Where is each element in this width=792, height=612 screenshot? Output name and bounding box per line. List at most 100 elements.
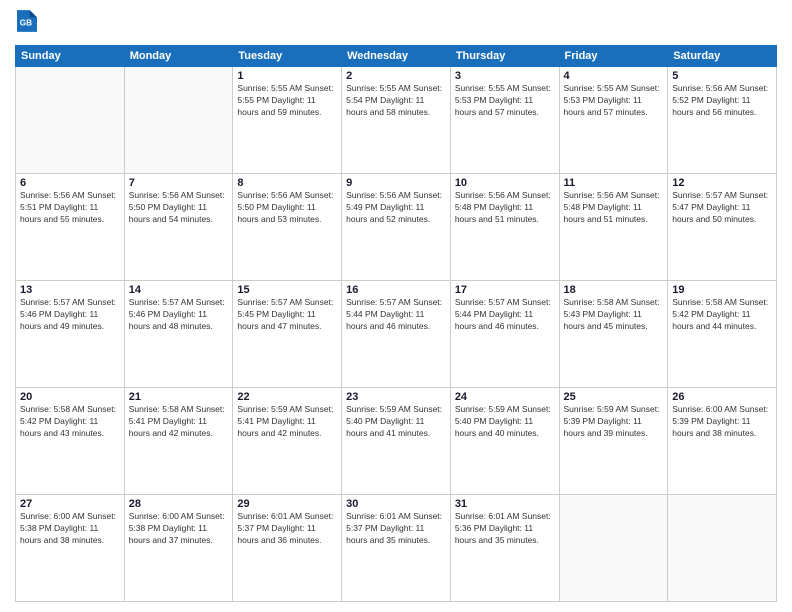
calendar-cell [16, 67, 125, 174]
day-number: 28 [129, 498, 229, 510]
day-header-monday: Monday [124, 46, 233, 67]
calendar-cell: 24Sunrise: 5:59 AM Sunset: 5:40 PM Dayli… [450, 388, 559, 495]
day-detail: Sunrise: 5:58 AM Sunset: 5:42 PM Dayligh… [672, 297, 772, 333]
day-header-thursday: Thursday [450, 46, 559, 67]
day-number: 21 [129, 391, 229, 403]
day-detail: Sunrise: 5:59 AM Sunset: 5:40 PM Dayligh… [346, 404, 446, 440]
day-number: 29 [237, 498, 337, 510]
day-number: 30 [346, 498, 446, 510]
header: GB [15, 10, 777, 37]
calendar-page: GB SundayMondayTuesdayWednesdayThursdayF… [0, 0, 792, 612]
day-number: 14 [129, 284, 229, 296]
day-header-saturday: Saturday [668, 46, 777, 67]
day-detail: Sunrise: 5:59 AM Sunset: 5:39 PM Dayligh… [564, 404, 664, 440]
day-detail: Sunrise: 5:56 AM Sunset: 5:49 PM Dayligh… [346, 190, 446, 226]
day-detail: Sunrise: 5:56 AM Sunset: 5:48 PM Dayligh… [455, 190, 555, 226]
day-number: 7 [129, 177, 229, 189]
calendar-cell [124, 67, 233, 174]
calendar-cell: 20Sunrise: 5:58 AM Sunset: 5:42 PM Dayli… [16, 388, 125, 495]
calendar-cell: 22Sunrise: 5:59 AM Sunset: 5:41 PM Dayli… [233, 388, 342, 495]
day-number: 31 [455, 498, 555, 510]
day-detail: Sunrise: 5:57 AM Sunset: 5:44 PM Dayligh… [346, 297, 446, 333]
day-number: 25 [564, 391, 664, 403]
calendar-cell: 31Sunrise: 6:01 AM Sunset: 5:36 PM Dayli… [450, 495, 559, 602]
day-detail: Sunrise: 5:59 AM Sunset: 5:40 PM Dayligh… [455, 404, 555, 440]
day-detail: Sunrise: 5:58 AM Sunset: 5:41 PM Dayligh… [129, 404, 229, 440]
calendar-cell: 7Sunrise: 5:56 AM Sunset: 5:50 PM Daylig… [124, 174, 233, 281]
day-header-wednesday: Wednesday [342, 46, 451, 67]
calendar-cell: 27Sunrise: 6:00 AM Sunset: 5:38 PM Dayli… [16, 495, 125, 602]
calendar-cell: 2Sunrise: 5:55 AM Sunset: 5:54 PM Daylig… [342, 67, 451, 174]
day-header-friday: Friday [559, 46, 668, 67]
day-detail: Sunrise: 5:58 AM Sunset: 5:43 PM Dayligh… [564, 297, 664, 333]
day-number: 23 [346, 391, 446, 403]
day-number: 22 [237, 391, 337, 403]
day-detail: Sunrise: 5:55 AM Sunset: 5:53 PM Dayligh… [455, 83, 555, 119]
day-number: 8 [237, 177, 337, 189]
day-number: 1 [237, 70, 337, 82]
day-detail: Sunrise: 6:00 AM Sunset: 5:38 PM Dayligh… [20, 511, 120, 547]
calendar-cell: 15Sunrise: 5:57 AM Sunset: 5:45 PM Dayli… [233, 281, 342, 388]
day-number: 27 [20, 498, 120, 510]
day-detail: Sunrise: 5:57 AM Sunset: 5:46 PM Dayligh… [129, 297, 229, 333]
calendar-cell: 5Sunrise: 5:56 AM Sunset: 5:52 PM Daylig… [668, 67, 777, 174]
day-number: 6 [20, 177, 120, 189]
day-number: 9 [346, 177, 446, 189]
day-header-tuesday: Tuesday [233, 46, 342, 67]
week-row-1: 1Sunrise: 5:55 AM Sunset: 5:55 PM Daylig… [16, 67, 777, 174]
calendar-cell [559, 495, 668, 602]
calendar-cell: 14Sunrise: 5:57 AM Sunset: 5:46 PM Dayli… [124, 281, 233, 388]
calendar-cell: 4Sunrise: 5:55 AM Sunset: 5:53 PM Daylig… [559, 67, 668, 174]
week-row-5: 27Sunrise: 6:00 AM Sunset: 5:38 PM Dayli… [16, 495, 777, 602]
day-number: 13 [20, 284, 120, 296]
calendar-cell: 28Sunrise: 6:00 AM Sunset: 5:38 PM Dayli… [124, 495, 233, 602]
week-row-4: 20Sunrise: 5:58 AM Sunset: 5:42 PM Dayli… [16, 388, 777, 495]
day-number: 2 [346, 70, 446, 82]
week-row-3: 13Sunrise: 5:57 AM Sunset: 5:46 PM Dayli… [16, 281, 777, 388]
calendar-table: SundayMondayTuesdayWednesdayThursdayFrid… [15, 45, 777, 602]
day-detail: Sunrise: 5:56 AM Sunset: 5:50 PM Dayligh… [129, 190, 229, 226]
calendar-cell: 3Sunrise: 5:55 AM Sunset: 5:53 PM Daylig… [450, 67, 559, 174]
day-detail: Sunrise: 5:57 AM Sunset: 5:45 PM Dayligh… [237, 297, 337, 333]
day-number: 15 [237, 284, 337, 296]
day-number: 18 [564, 284, 664, 296]
day-number: 19 [672, 284, 772, 296]
day-detail: Sunrise: 5:55 AM Sunset: 5:54 PM Dayligh… [346, 83, 446, 119]
day-detail: Sunrise: 5:56 AM Sunset: 5:52 PM Dayligh… [672, 83, 772, 119]
week-row-2: 6Sunrise: 5:56 AM Sunset: 5:51 PM Daylig… [16, 174, 777, 281]
calendar-cell [668, 495, 777, 602]
day-detail: Sunrise: 5:56 AM Sunset: 5:50 PM Dayligh… [237, 190, 337, 226]
calendar-cell: 8Sunrise: 5:56 AM Sunset: 5:50 PM Daylig… [233, 174, 342, 281]
day-number: 10 [455, 177, 555, 189]
logo: GB [15, 10, 39, 37]
day-detail: Sunrise: 5:57 AM Sunset: 5:46 PM Dayligh… [20, 297, 120, 333]
day-detail: Sunrise: 6:01 AM Sunset: 5:36 PM Dayligh… [455, 511, 555, 547]
calendar-cell: 10Sunrise: 5:56 AM Sunset: 5:48 PM Dayli… [450, 174, 559, 281]
calendar-cell: 29Sunrise: 6:01 AM Sunset: 5:37 PM Dayli… [233, 495, 342, 602]
day-detail: Sunrise: 6:01 AM Sunset: 5:37 PM Dayligh… [237, 511, 337, 547]
day-number: 4 [564, 70, 664, 82]
day-number: 17 [455, 284, 555, 296]
day-number: 16 [346, 284, 446, 296]
calendar-cell: 17Sunrise: 5:57 AM Sunset: 5:44 PM Dayli… [450, 281, 559, 388]
calendar-cell: 19Sunrise: 5:58 AM Sunset: 5:42 PM Dayli… [668, 281, 777, 388]
day-detail: Sunrise: 5:57 AM Sunset: 5:47 PM Dayligh… [672, 190, 772, 226]
calendar-cell: 16Sunrise: 5:57 AM Sunset: 5:44 PM Dayli… [342, 281, 451, 388]
calendar-cell: 13Sunrise: 5:57 AM Sunset: 5:46 PM Dayli… [16, 281, 125, 388]
day-number: 26 [672, 391, 772, 403]
calendar-cell: 12Sunrise: 5:57 AM Sunset: 5:47 PM Dayli… [668, 174, 777, 281]
calendar-cell: 11Sunrise: 5:56 AM Sunset: 5:48 PM Dayli… [559, 174, 668, 281]
day-detail: Sunrise: 5:57 AM Sunset: 5:44 PM Dayligh… [455, 297, 555, 333]
day-detail: Sunrise: 5:55 AM Sunset: 5:53 PM Dayligh… [564, 83, 664, 119]
calendar-cell: 23Sunrise: 5:59 AM Sunset: 5:40 PM Dayli… [342, 388, 451, 495]
day-header-sunday: Sunday [16, 46, 125, 67]
day-detail: Sunrise: 6:00 AM Sunset: 5:39 PM Dayligh… [672, 404, 772, 440]
day-number: 24 [455, 391, 555, 403]
calendar-cell: 21Sunrise: 5:58 AM Sunset: 5:41 PM Dayli… [124, 388, 233, 495]
calendar-cell: 26Sunrise: 6:00 AM Sunset: 5:39 PM Dayli… [668, 388, 777, 495]
day-detail: Sunrise: 5:55 AM Sunset: 5:55 PM Dayligh… [237, 83, 337, 119]
day-number: 5 [672, 70, 772, 82]
calendar-cell: 30Sunrise: 6:01 AM Sunset: 5:37 PM Dayli… [342, 495, 451, 602]
day-detail: Sunrise: 6:01 AM Sunset: 5:37 PM Dayligh… [346, 511, 446, 547]
day-detail: Sunrise: 5:58 AM Sunset: 5:42 PM Dayligh… [20, 404, 120, 440]
